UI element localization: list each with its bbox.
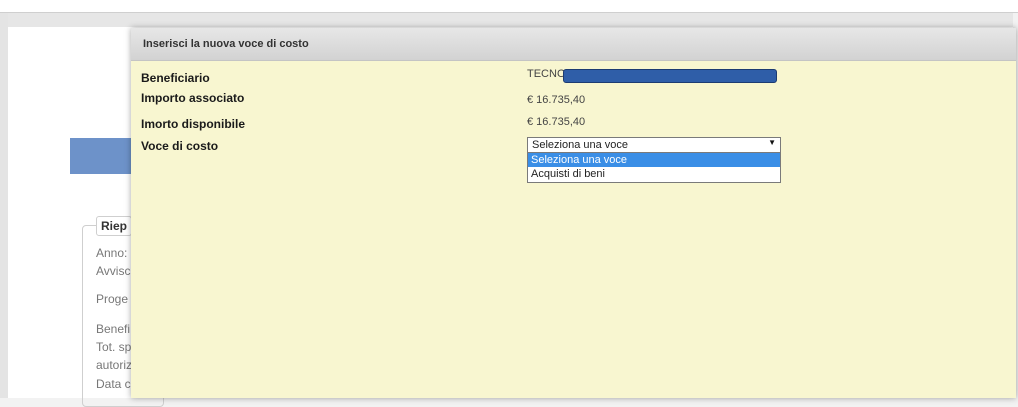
left-strip [0,13,8,398]
dialog-header[interactable]: Inserisci la nuova voce di costo [131,28,1016,61]
option-goods-purchase[interactable]: Acquisti di beni [528,167,780,181]
cost-item-label: Voce di costo [141,139,219,153]
cost-item-dropdown: Seleziona una voce Acquisti di beni [527,152,781,183]
available-amount-label: Imorto disponibile [141,117,245,131]
redaction-mark [563,69,777,83]
beneficiary-label: Beneficiario [141,71,210,85]
top-bar [0,0,1018,13]
select-value: Seleziona una voce [532,139,629,151]
summary-line: Anno: [96,246,128,260]
option-select-item[interactable]: Seleziona una voce [528,153,780,167]
caret-down-icon: ▼ [768,138,776,147]
summary-line: Proge [96,292,129,306]
summary-line: Benefi [96,322,131,336]
summary-line: autoriz [96,358,133,372]
cost-item-dialog: Inserisci la nuova voce di costo Benefic… [131,28,1016,398]
dialog-title: Inserisci la nuova voce di costo [143,38,309,50]
beneficiary-value: TECNO [527,68,566,80]
associated-amount-label: Importo associato [141,91,245,105]
summary-line: Data c [96,377,131,391]
associated-amount-value: € 16.735,40 [527,94,586,106]
available-amount-value: € 16.735,40 [527,116,586,128]
background-panel-header [8,13,1013,27]
summary-line: Avvisc [96,264,131,278]
cost-item-select[interactable]: Seleziona una voce ▼ [527,137,781,153]
summary-line: Tot. sp [96,340,132,354]
background-blue-button[interactable] [70,138,140,174]
summary-legend: Riep [96,216,133,236]
